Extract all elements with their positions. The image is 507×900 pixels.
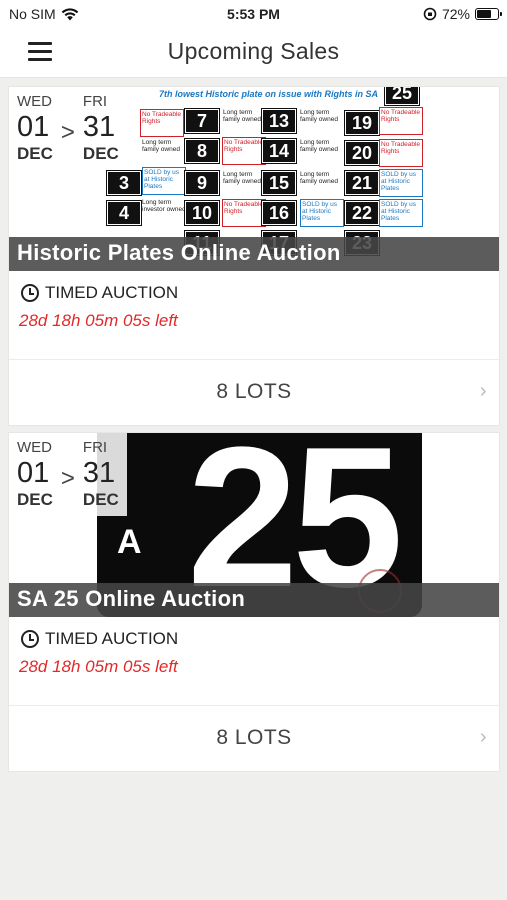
end-dow: FRI — [82, 439, 108, 456]
plate-image: 10 — [184, 200, 220, 226]
end-month: DEC — [82, 144, 119, 163]
start-month: DEC — [17, 144, 53, 163]
plate-image: 3 — [106, 170, 142, 196]
status-right: 72% — [423, 6, 502, 22]
date-separator: > — [60, 465, 75, 492]
start-day: 01 — [17, 457, 50, 489]
auction-type: TIMED AUCTION — [9, 617, 499, 649]
sale-card[interactable]: A 25 WED 01 DEC > FRI 31 DEC SA 25 Onlin… — [8, 432, 500, 772]
sale-image[interactable]: 7th lowest Historic plate on issue with … — [9, 87, 499, 271]
plate-image: 19 — [344, 110, 380, 136]
end-date: FRI 31 DEC — [83, 93, 119, 164]
lots-button[interactable]: 8 LOTS › — [9, 705, 499, 771]
plate-image: 13 — [261, 108, 297, 134]
start-date: WED 01 DEC — [17, 439, 53, 510]
battery-percent: 72% — [441, 6, 470, 22]
end-day: 31 — [82, 111, 116, 143]
chevron-right-icon: › — [479, 726, 487, 748]
plate-image: 21 — [344, 170, 380, 196]
start-dow: WED — [17, 93, 52, 110]
note-label: No Tradeable Rights — [379, 107, 423, 135]
end-dow: FRI — [82, 93, 108, 110]
note-label: Long term family owned — [300, 109, 338, 123]
orientation-lock-icon — [423, 7, 437, 21]
time-left: 28d 18h 05m 05s left — [19, 657, 178, 676]
note-label: No Tradeable Rights — [222, 199, 266, 227]
note-label: Long term family owned — [223, 109, 261, 123]
lots-label: 8 LOTS — [216, 380, 292, 403]
end-day: 31 — [82, 457, 116, 489]
start-day: 01 — [17, 111, 50, 143]
note-label: SOLD by us at Historic Plates — [379, 169, 423, 197]
note-label: SOLD by us at Historic Plates — [379, 199, 423, 227]
auction-type: TIMED AUCTION — [9, 271, 499, 303]
sale-title[interactable]: SA 25 Online Auction — [9, 583, 499, 617]
plate-image: 16 — [261, 200, 297, 226]
clock-icon — [21, 630, 39, 648]
plate-image: 22 — [344, 200, 380, 226]
end-date: FRI 31 DEC — [83, 439, 119, 510]
auction-type-label: TIMED AUCTION — [45, 283, 179, 302]
note-label: Long term family owned — [300, 171, 338, 185]
sale-image[interactable]: A 25 WED 01 DEC > FRI 31 DEC SA 25 Onlin… — [9, 433, 499, 617]
note-label: Long term investor owned — [142, 199, 186, 213]
start-month: DEC — [17, 490, 53, 509]
status-bar: No SIM 5:53 PM 72% — [0, 0, 507, 28]
note-label: Long term family owned — [142, 139, 180, 153]
end-month: DEC — [82, 490, 119, 509]
battery-icon — [475, 8, 502, 20]
lots-button[interactable]: 8 LOTS › — [9, 359, 499, 425]
auction-type-label: TIMED AUCTION — [45, 629, 179, 648]
note-label: No Tradeable Rights — [222, 137, 266, 165]
nav-bar: Upcoming Sales — [0, 28, 507, 78]
note-label: SOLD by us at Historic Plates — [142, 167, 186, 195]
sale-title[interactable]: Historic Plates Online Auction — [9, 237, 499, 271]
sale-card[interactable]: 7th lowest Historic plate on issue with … — [8, 86, 500, 426]
sale-dates: WED 01 DEC > FRI 31 DEC — [9, 433, 127, 516]
lots-label: 8 LOTS — [216, 726, 292, 749]
start-dow: WED — [17, 439, 52, 456]
plate-image: 14 — [261, 138, 297, 164]
note-label: No Tradeable Rights — [140, 109, 184, 137]
note-label: Long term family owned — [300, 139, 338, 153]
collage-caption: 7th lowest Historic plate on issue with … — [159, 89, 379, 99]
plate-image: 8 — [184, 138, 220, 164]
plate-image: 4 — [106, 200, 142, 226]
page-title: Upcoming Sales — [167, 38, 340, 64]
note-label: Long term family owned — [223, 171, 261, 185]
note-label: No Tradeable Rights — [379, 139, 423, 167]
plate-image: 9 — [184, 170, 220, 196]
plate-image: 7 — [184, 108, 220, 134]
date-separator: > — [60, 119, 75, 146]
time-left: 28d 18h 05m 05s left — [19, 311, 178, 330]
start-date: WED 01 DEC — [17, 93, 53, 164]
plate-image: 25 — [384, 87, 420, 106]
chevron-right-icon: › — [479, 380, 487, 402]
clock-icon — [21, 284, 39, 302]
plate-state: A — [117, 523, 142, 561]
sale-dates: WED 01 DEC > FRI 31 DEC — [9, 87, 127, 170]
plate-image: 20 — [344, 140, 380, 166]
plate-image: 15 — [261, 170, 297, 196]
note-label: SOLD by us at Historic Plates — [300, 199, 344, 227]
